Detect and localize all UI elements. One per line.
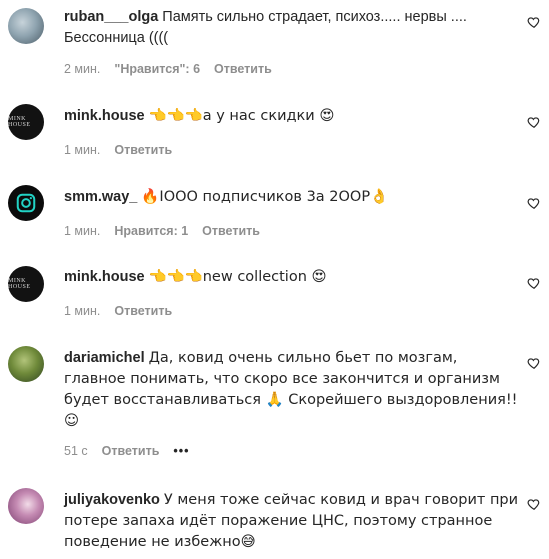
comment-meta: 1 мин. Нравится: 1 Ответить	[64, 224, 260, 238]
avatar[interactable]	[8, 8, 44, 44]
like-heart-icon[interactable]	[527, 356, 541, 370]
comment-likes[interactable]: Нравится: 1	[114, 224, 188, 238]
like-heart-icon[interactable]	[527, 15, 541, 29]
comment-content: smm.way_ 🔥IOOO подписчиков 3а 2OOР👌	[64, 187, 514, 208]
like-heart-icon[interactable]	[527, 196, 541, 210]
comment-meta: 2 мин. "Нравится": 6 Ответить	[64, 62, 272, 76]
comment-username[interactable]: ruban___olga	[64, 9, 158, 25]
avatar[interactable]: MINK HOUSE	[8, 266, 44, 302]
like-heart-icon[interactable]	[527, 497, 541, 511]
comment-content: juliyakovenko У меня тоже сейчас ковид и …	[64, 490, 519, 553]
comment-time[interactable]: 51 с	[64, 444, 88, 458]
comment-content: dariamichel Да, ковид очень сильно бьет п…	[64, 348, 519, 432]
comment-likes[interactable]: "Нравится": 6	[114, 62, 200, 76]
comment-meta: 51 с Ответить •••	[64, 444, 190, 458]
comment-username[interactable]: dariamichel	[64, 350, 145, 366]
comment-text: 👈👈👈new collection 😍	[148, 269, 327, 285]
comment-username[interactable]: mink.house	[64, 108, 145, 124]
reply-button[interactable]: Ответить	[114, 143, 172, 157]
comment-time[interactable]: 2 мин.	[64, 62, 100, 76]
like-heart-icon[interactable]	[527, 276, 541, 290]
comment-time[interactable]: 1 мин.	[64, 224, 100, 238]
instagram-logo-icon	[16, 193, 36, 213]
comment-time[interactable]: 1 мин.	[64, 304, 100, 318]
comment-content: ruban___olga Память сильно страдает, псих…	[64, 7, 514, 49]
avatar[interactable]	[8, 185, 44, 221]
reply-button[interactable]: Ответить	[102, 444, 160, 458]
comment-meta: 1 мин. Ответить	[64, 304, 172, 318]
comment-text: 👈👈👈а у нас скидки 😍	[148, 108, 335, 124]
avatar[interactable]: MINK HOUSE	[8, 104, 44, 140]
more-options-icon[interactable]: •••	[173, 444, 189, 458]
comment-username[interactable]: mink.house	[64, 269, 145, 285]
comment-content: mink.house 👈👈👈а у нас скидки 😍	[64, 106, 514, 127]
reply-button[interactable]: Ответить	[214, 62, 272, 76]
comment-meta: 1 мин. Ответить	[64, 143, 172, 157]
avatar[interactable]	[8, 488, 44, 524]
reply-button[interactable]: Ответить	[114, 304, 172, 318]
avatar-label: MINK HOUSE	[8, 116, 31, 128]
reply-button[interactable]: Ответить	[202, 224, 260, 238]
comment-username[interactable]: smm.way_	[64, 189, 137, 205]
comment-time[interactable]: 1 мин.	[64, 143, 100, 157]
comment-content: mink.house 👈👈👈new collection 😍	[64, 267, 514, 288]
avatar[interactable]	[8, 346, 44, 382]
comment-text: 🔥IOOO подписчиков 3а 2OOР👌	[141, 189, 389, 205]
comment-username[interactable]: juliyakovenko	[64, 492, 160, 508]
like-heart-icon[interactable]	[527, 115, 541, 129]
avatar-label: MINK HOUSE	[8, 278, 31, 290]
